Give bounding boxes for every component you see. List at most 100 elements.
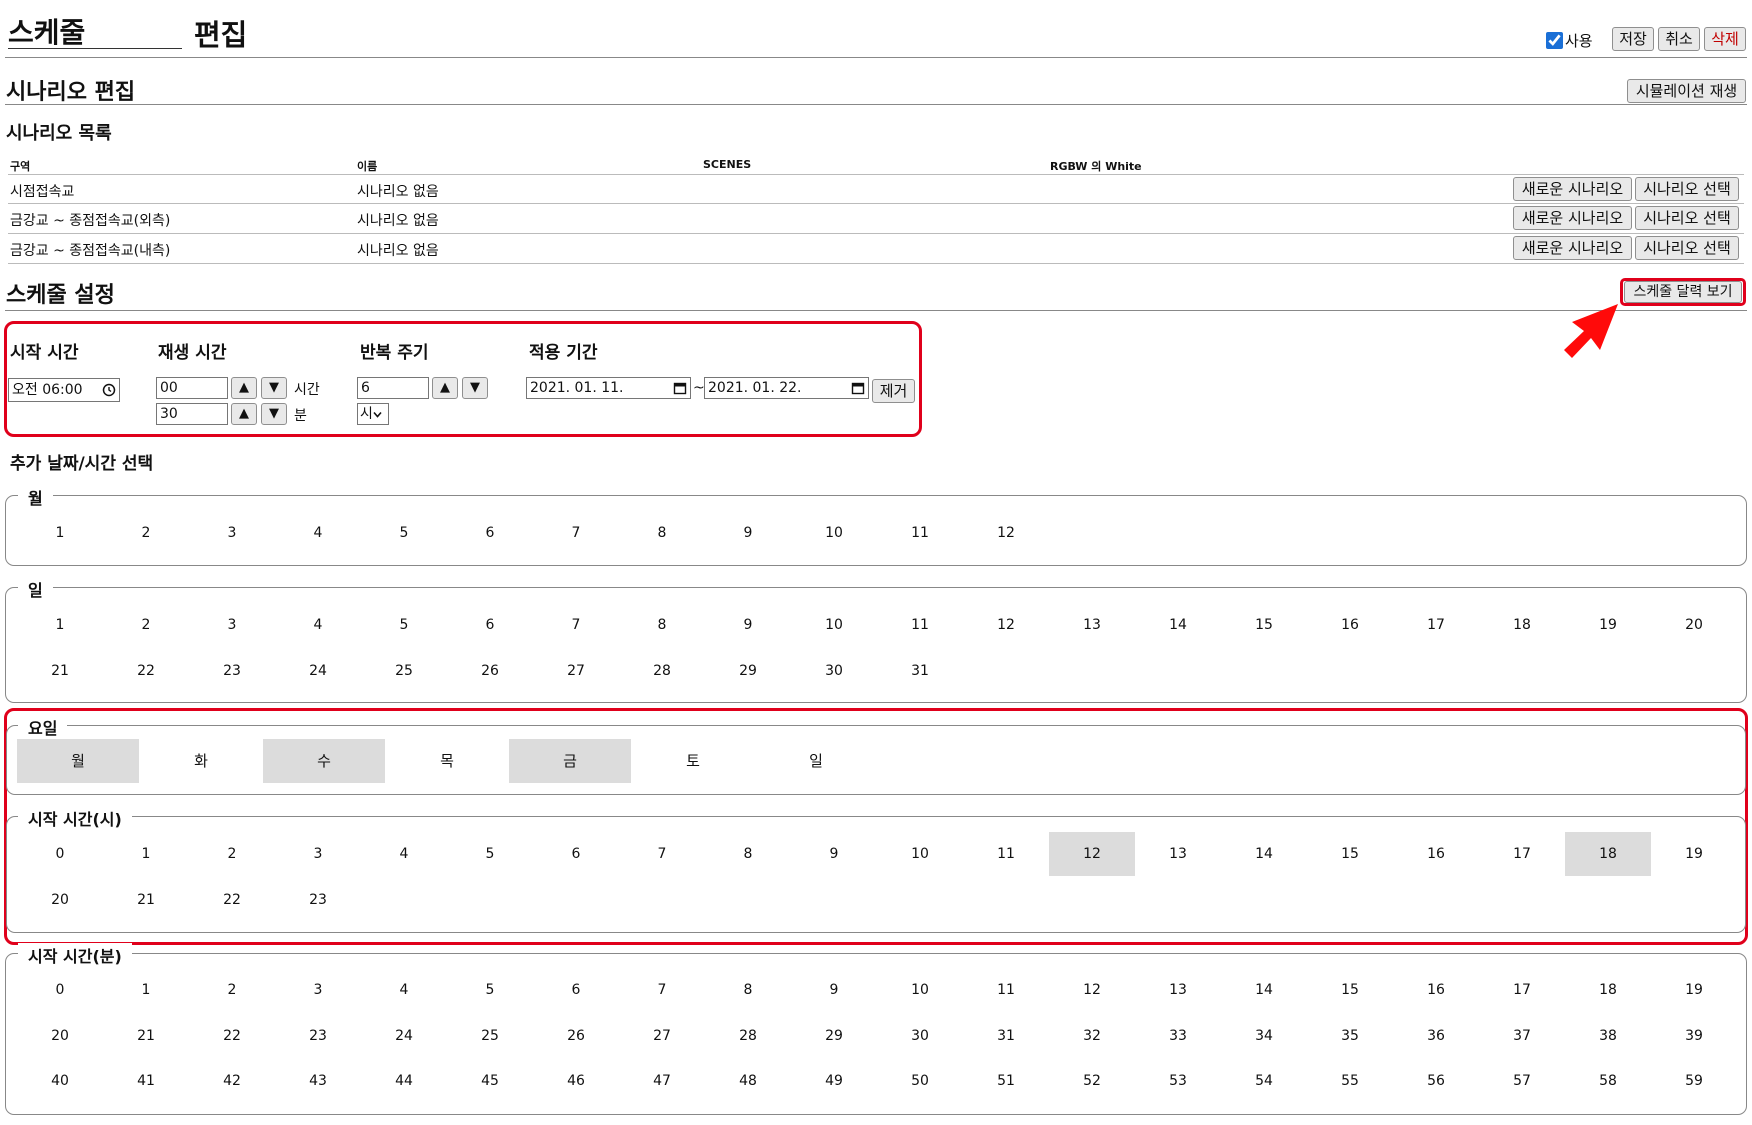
minute-option[interactable]: 55 (1307, 1059, 1393, 1103)
weekday-option[interactable]: 화 (140, 739, 262, 783)
minute-option[interactable]: 3 (275, 968, 361, 1012)
minute-option[interactable]: 16 (1393, 968, 1479, 1012)
weekday-option[interactable]: 목 (386, 739, 508, 783)
day-option[interactable]: 21 (17, 649, 103, 693)
minute-option[interactable]: 38 (1565, 1014, 1651, 1058)
hour-option[interactable]: 1 (103, 832, 189, 876)
day-option[interactable]: 31 (877, 649, 963, 693)
minute-option[interactable]: 40 (17, 1059, 103, 1103)
minute-option[interactable]: 37 (1479, 1014, 1565, 1058)
minute-option[interactable]: 18 (1565, 968, 1651, 1012)
minute-option[interactable]: 30 (877, 1014, 963, 1058)
day-option[interactable]: 4 (275, 603, 361, 647)
month-option[interactable]: 1 (17, 511, 103, 555)
play-minutes-down-button[interactable]: ▼ (261, 403, 287, 425)
play-hours-down-button[interactable]: ▼ (261, 377, 287, 399)
day-option[interactable]: 5 (361, 603, 447, 647)
save-button[interactable]: 저장 (1612, 27, 1654, 51)
weekday-option[interactable]: 금 (509, 739, 631, 783)
minute-option[interactable]: 58 (1565, 1059, 1651, 1103)
hour-option[interactable]: 23 (275, 878, 361, 922)
minute-option[interactable]: 49 (791, 1059, 877, 1103)
delete-button[interactable]: 삭제 (1704, 27, 1746, 51)
minute-option[interactable]: 52 (1049, 1059, 1135, 1103)
day-option[interactable]: 13 (1049, 603, 1135, 647)
simulation-play-button[interactable]: 시뮬레이션 재생 (1627, 79, 1746, 103)
month-option[interactable]: 7 (533, 511, 619, 555)
calendar-icon[interactable] (851, 381, 865, 395)
minute-option[interactable]: 20 (17, 1014, 103, 1058)
repeat-cycle-input[interactable] (357, 377, 429, 399)
day-option[interactable]: 29 (705, 649, 791, 693)
day-option[interactable]: 27 (533, 649, 619, 693)
repeat-up-button[interactable]: ▲ (432, 377, 458, 399)
hour-option[interactable]: 13 (1135, 832, 1221, 876)
day-option[interactable]: 2 (103, 603, 189, 647)
hour-option[interactable]: 4 (361, 832, 447, 876)
minute-option[interactable]: 57 (1479, 1059, 1565, 1103)
hour-option[interactable]: 17 (1479, 832, 1565, 876)
day-option[interactable]: 26 (447, 649, 533, 693)
play-hours-input[interactable] (156, 377, 228, 399)
hour-option[interactable]: 19 (1651, 832, 1737, 876)
use-toggle[interactable]: 사용 (1546, 30, 1593, 51)
day-option[interactable]: 12 (963, 603, 1049, 647)
hour-option[interactable]: 12 (1049, 832, 1135, 876)
minute-option[interactable]: 0 (17, 968, 103, 1012)
repeat-unit-select[interactable]: 시 (357, 403, 389, 425)
minute-option[interactable]: 56 (1393, 1059, 1479, 1103)
minute-option[interactable]: 23 (275, 1014, 361, 1058)
period-start-input[interactable]: 2021. 01. 11. (526, 377, 691, 399)
minute-option[interactable]: 6 (533, 968, 619, 1012)
minute-option[interactable]: 53 (1135, 1059, 1221, 1103)
hour-option[interactable]: 10 (877, 832, 963, 876)
minute-option[interactable]: 19 (1651, 968, 1737, 1012)
day-option[interactable]: 10 (791, 603, 877, 647)
day-option[interactable]: 3 (189, 603, 275, 647)
weekday-option[interactable]: 토 (632, 739, 754, 783)
hour-option[interactable]: 15 (1307, 832, 1393, 876)
play-minutes-input[interactable] (156, 403, 228, 425)
day-option[interactable]: 17 (1393, 603, 1479, 647)
new-scenario-button[interactable]: 새로운 시나리오 (1513, 177, 1632, 201)
schedule-title-input[interactable] (8, 14, 182, 49)
hour-option[interactable]: 5 (447, 832, 533, 876)
day-option[interactable]: 20 (1651, 603, 1737, 647)
hour-option[interactable]: 9 (791, 832, 877, 876)
hour-option[interactable]: 14 (1221, 832, 1307, 876)
minute-option[interactable]: 31 (963, 1014, 1049, 1058)
day-option[interactable]: 1 (17, 603, 103, 647)
select-scenario-button[interactable]: 시나리오 선택 (1635, 206, 1739, 230)
cancel-button[interactable]: 취소 (1658, 27, 1700, 51)
minute-option[interactable]: 28 (705, 1014, 791, 1058)
minute-option[interactable]: 47 (619, 1059, 705, 1103)
new-scenario-button[interactable]: 새로운 시나리오 (1513, 206, 1632, 230)
hour-option[interactable]: 2 (189, 832, 275, 876)
day-option[interactable]: 28 (619, 649, 705, 693)
minute-option[interactable]: 29 (791, 1014, 877, 1058)
period-end-input[interactable]: 2021. 01. 22. (704, 377, 869, 399)
hour-option[interactable]: 7 (619, 832, 705, 876)
day-option[interactable]: 15 (1221, 603, 1307, 647)
play-hours-up-button[interactable]: ▲ (231, 377, 257, 399)
day-option[interactable]: 7 (533, 603, 619, 647)
minute-option[interactable]: 11 (963, 968, 1049, 1012)
month-option[interactable]: 10 (791, 511, 877, 555)
minute-option[interactable]: 7 (619, 968, 705, 1012)
select-scenario-button[interactable]: 시나리오 선택 (1635, 236, 1739, 260)
select-scenario-button[interactable]: 시나리오 선택 (1635, 177, 1739, 201)
hour-option[interactable]: 0 (17, 832, 103, 876)
day-option[interactable]: 6 (447, 603, 533, 647)
use-checkbox[interactable] (1546, 32, 1563, 49)
minute-option[interactable]: 15 (1307, 968, 1393, 1012)
minute-option[interactable]: 33 (1135, 1014, 1221, 1058)
minute-option[interactable]: 10 (877, 968, 963, 1012)
hour-option[interactable]: 3 (275, 832, 361, 876)
hour-option[interactable]: 21 (103, 878, 189, 922)
hour-option[interactable]: 6 (533, 832, 619, 876)
minute-option[interactable]: 24 (361, 1014, 447, 1058)
minute-option[interactable]: 44 (361, 1059, 447, 1103)
month-option[interactable]: 2 (103, 511, 189, 555)
minute-option[interactable]: 17 (1479, 968, 1565, 1012)
month-option[interactable]: 6 (447, 511, 533, 555)
